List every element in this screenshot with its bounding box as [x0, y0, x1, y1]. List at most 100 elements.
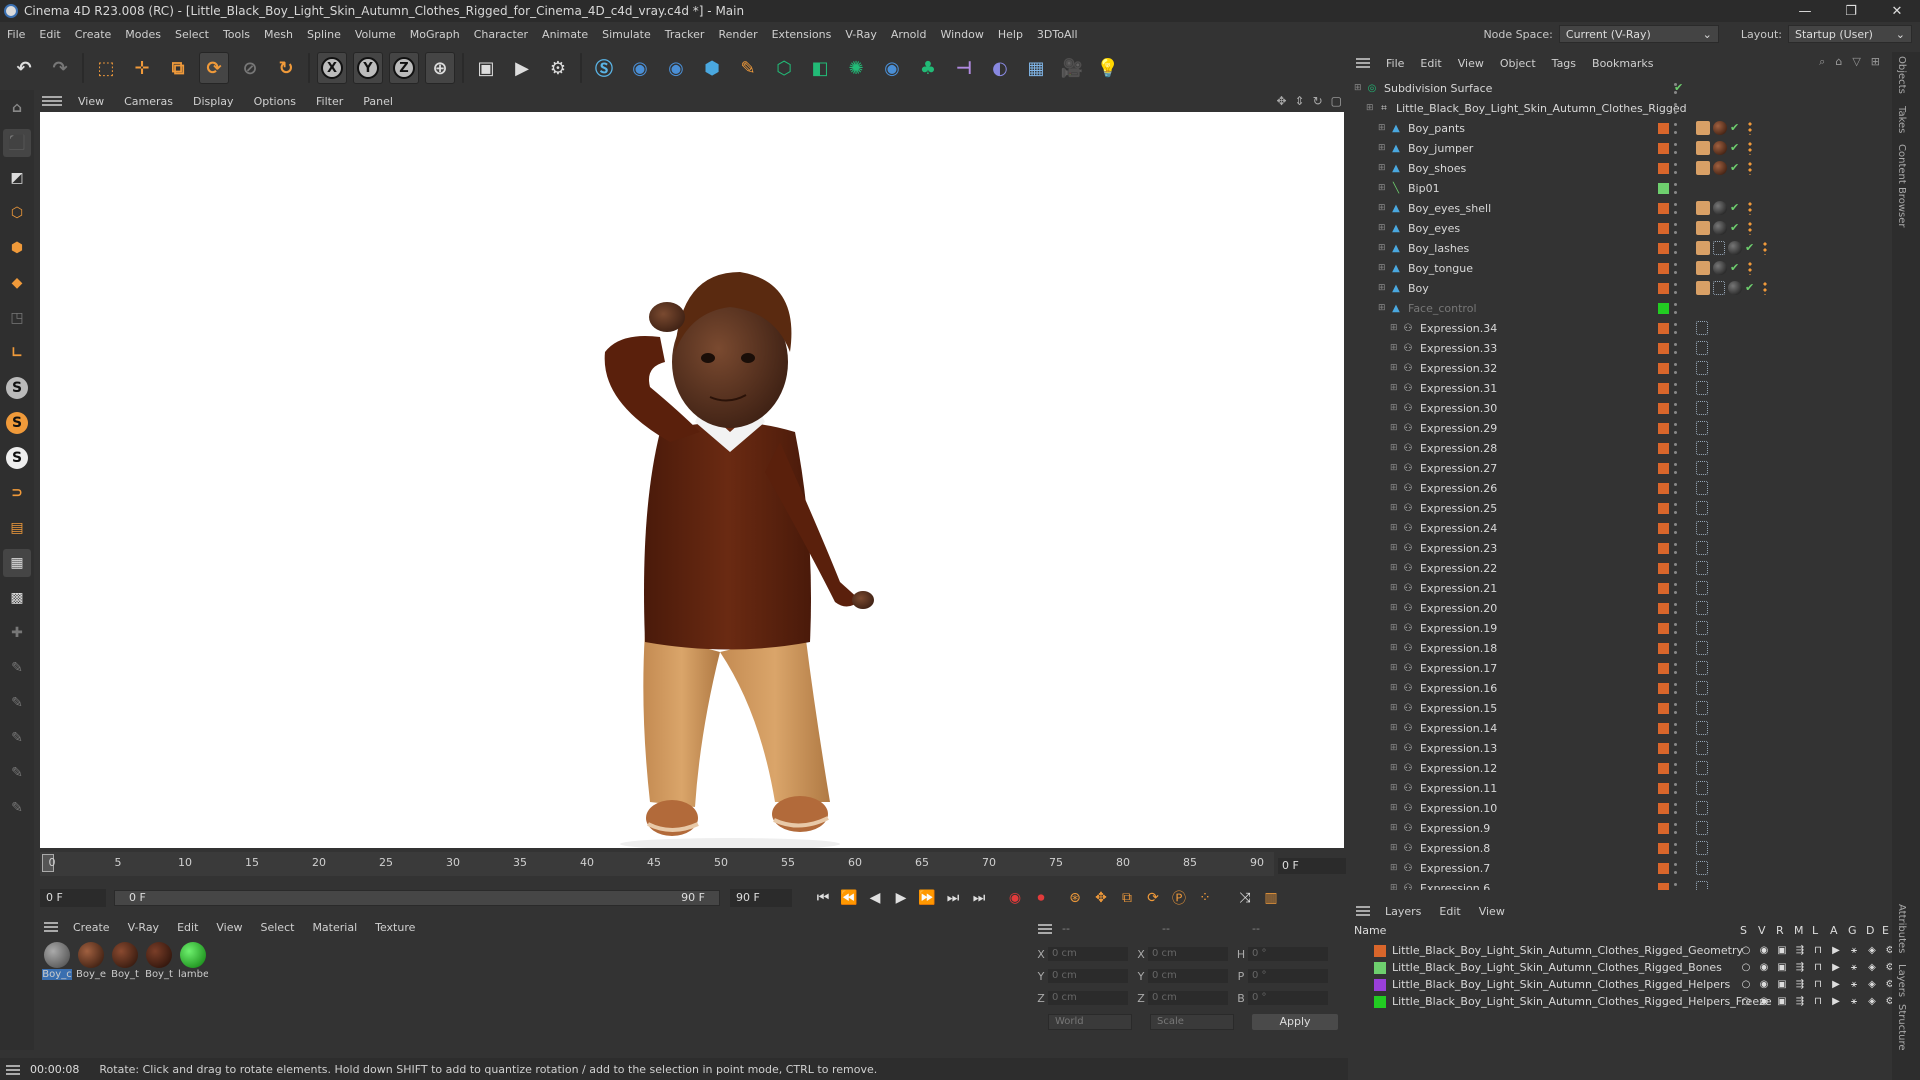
expand-icon[interactable]: ⊞ — [1390, 603, 1400, 613]
visibility-toggle[interactable] — [1674, 742, 1677, 754]
object-row[interactable]: ⊞ ⌗ Little_Black_Boy_Light_Skin_Autumn_Clo… — [1350, 98, 1880, 118]
generator-toggle-icon[interactable]: ⚹ — [1848, 979, 1860, 991]
menu-volume[interactable]: Volume — [348, 28, 403, 41]
hamburger-icon[interactable] — [44, 920, 58, 934]
layer-color-swatch[interactable] — [1658, 602, 1669, 614]
xpr-tag-icon[interactable] — [1696, 341, 1708, 355]
object-row[interactable]: ⊞ ▲ Boy_tongue ✔ — [1350, 258, 1880, 278]
solo-toggle-icon[interactable]: ○ — [1740, 996, 1752, 1008]
object-row[interactable]: ⊞ ▲ Face_control — [1350, 298, 1880, 318]
move-tool-button[interactable]: ✛ — [127, 52, 157, 84]
start-frame-field[interactable]: 0 F — [40, 889, 106, 907]
position-y-field[interactable]: 0 cm — [1048, 969, 1128, 983]
dots-tag-icon[interactable] — [1762, 241, 1768, 255]
new-view-icon[interactable]: ⊞ — [1871, 55, 1880, 69]
object-row[interactable]: ⊞ ⚇ Expression.13 — [1350, 738, 1880, 758]
mat-d-tag-icon[interactable] — [1728, 281, 1742, 295]
face-tag-icon[interactable] — [1696, 281, 1710, 295]
object-row[interactable]: ⊞ ⚇ Expression.28 — [1350, 438, 1880, 458]
visibility-toggle[interactable] — [1674, 682, 1677, 694]
render-settings-icon[interactable]: ⚙ — [543, 52, 573, 84]
layer-color-swatch[interactable] — [1658, 322, 1669, 334]
check-tag-icon[interactable]: ✔ — [1745, 241, 1759, 255]
expand-icon[interactable]: ⊞ — [1378, 303, 1388, 313]
xpr-tag-icon[interactable] — [1696, 461, 1708, 475]
visibility-toggle[interactable] — [1674, 122, 1677, 134]
point-level-key-icon[interactable]: ⁘ — [1192, 886, 1218, 910]
rotate-tool-button[interactable]: ⟳ — [199, 52, 229, 84]
xpr-tag-icon[interactable] — [1696, 321, 1708, 335]
expand-icon[interactable]: ⊞ — [1378, 263, 1388, 273]
coordinate-space-select[interactable]: World — [1048, 1014, 1132, 1030]
snap-settings-icon[interactable]: S — [3, 409, 31, 437]
generator-toggle-icon[interactable]: ⚹ — [1848, 996, 1860, 1008]
object-row[interactable]: ⊞ ▲ Boy_eyes ✔ — [1350, 218, 1880, 238]
viewport-menu-cameras[interactable]: Cameras — [114, 95, 183, 108]
sculpt-brush-icon[interactable]: ✎ — [3, 654, 31, 682]
visibility-toggle[interactable] — [1674, 822, 1677, 834]
expand-icon[interactable]: ⊞ — [1390, 363, 1400, 373]
material-menu-texture[interactable]: Texture — [366, 921, 424, 934]
animation-toggle-icon[interactable]: ▶ — [1830, 996, 1842, 1008]
live-selection-button[interactable]: ⬚ — [91, 52, 121, 84]
menu-arnold[interactable]: Arnold — [884, 28, 934, 41]
xpr-tag-icon[interactable] — [1696, 761, 1708, 775]
xpr-tag-icon[interactable] — [1696, 841, 1708, 855]
expand-icon[interactable]: ⊞ — [1390, 443, 1400, 453]
material-swatch[interactable]: Boy_c — [42, 942, 72, 980]
layer-color-swatch[interactable] — [1658, 662, 1669, 674]
make-editable-icon[interactable]: ⌂ — [3, 94, 31, 122]
layer-color-swatch[interactable] — [1374, 944, 1386, 957]
menu-modes[interactable]: Modes — [118, 28, 168, 41]
position-key-icon[interactable]: ✥ — [1088, 886, 1114, 910]
timeline-ruler[interactable]: 0 5 10 15 20 25 30 35 40 45 50 55 60 65 … — [40, 852, 1274, 876]
material-swatch[interactable]: Boy_t — [110, 942, 140, 980]
visibility-toggle[interactable] — [1674, 262, 1677, 274]
xpr-tag-icon[interactable] — [1696, 481, 1708, 495]
object-row[interactable]: ⊞ ⚇ Expression.7 — [1350, 858, 1880, 878]
object-row[interactable]: ⊞ ⚇ Expression.6 — [1350, 878, 1880, 890]
expand-icon[interactable]: ⊞ — [1390, 683, 1400, 693]
menu-render[interactable]: Render — [711, 28, 764, 41]
eye-icon[interactable]: ◉ — [1758, 996, 1770, 1008]
extrude-generator-icon[interactable]: ◧ — [805, 52, 835, 84]
node-space-select[interactable]: Current (V-Ray) ⌄ — [1558, 25, 1719, 43]
bend-deformer-icon[interactable]: ⊣ — [949, 52, 979, 84]
face-tag-icon[interactable] — [1696, 141, 1710, 155]
layer-color-swatch[interactable] — [1658, 462, 1669, 474]
coordinate-system-button[interactable]: ⊕ — [425, 52, 455, 84]
position-x-field[interactable]: 0 cm — [1048, 947, 1128, 961]
object-row[interactable]: ⊞ ⚇ Expression.9 — [1350, 818, 1880, 838]
solo-toggle-icon[interactable]: ○ — [1740, 962, 1752, 974]
position-z-field[interactable]: 0 cm — [1048, 991, 1128, 1005]
search-icon[interactable]: ⌕ — [1819, 55, 1825, 69]
home-icon[interactable]: ⌂ — [1835, 55, 1842, 69]
layer-color-swatch[interactable] — [1658, 422, 1669, 434]
mat-b-tag-icon[interactable] — [1713, 161, 1727, 175]
xpr-tag-icon[interactable] — [1696, 681, 1708, 695]
xpr-tag-icon[interactable] — [1696, 521, 1708, 535]
mat-d-tag-icon[interactable] — [1713, 201, 1727, 215]
material-menu-vray[interactable]: V-Ray — [119, 921, 169, 934]
material-swatch[interactable]: Boy_e — [76, 942, 106, 980]
layer-color-swatch[interactable] — [1658, 682, 1669, 694]
visibility-toggle[interactable] — [1674, 842, 1677, 854]
object-menu-tags[interactable]: Tags — [1544, 57, 1584, 70]
visibility-toggle[interactable] — [1674, 162, 1677, 174]
object-row[interactable]: ⊞ ⚇ Expression.8 — [1350, 838, 1880, 858]
rotation-p-field[interactable]: 0 ° — [1248, 969, 1328, 983]
points-mode-icon[interactable]: ⬡ — [3, 199, 31, 227]
lock-icon[interactable]: ⊓ — [1812, 962, 1824, 974]
object-row[interactable]: ⊞ ⚇ Expression.23 — [1350, 538, 1880, 558]
expand-icon[interactable]: ⊞ — [1378, 143, 1388, 153]
expand-icon[interactable]: ⊞ — [1390, 763, 1400, 773]
layer-menu-layers[interactable]: Layers — [1376, 905, 1430, 918]
lock-icon[interactable]: ⊓ — [1812, 979, 1824, 991]
object-row[interactable]: ⊞ ⚇ Expression.18 — [1350, 638, 1880, 658]
keyframe-layout-icon[interactable]: ▥ — [1258, 886, 1284, 910]
grid-workplane-icon[interactable]: ▦ — [3, 549, 31, 577]
z-axis-lock-button[interactable]: Z — [389, 52, 419, 84]
edges-mode-icon[interactable]: ⬢ — [3, 234, 31, 262]
layer-color-swatch[interactable] — [1658, 122, 1669, 134]
menu-tracker[interactable]: Tracker — [658, 28, 712, 41]
